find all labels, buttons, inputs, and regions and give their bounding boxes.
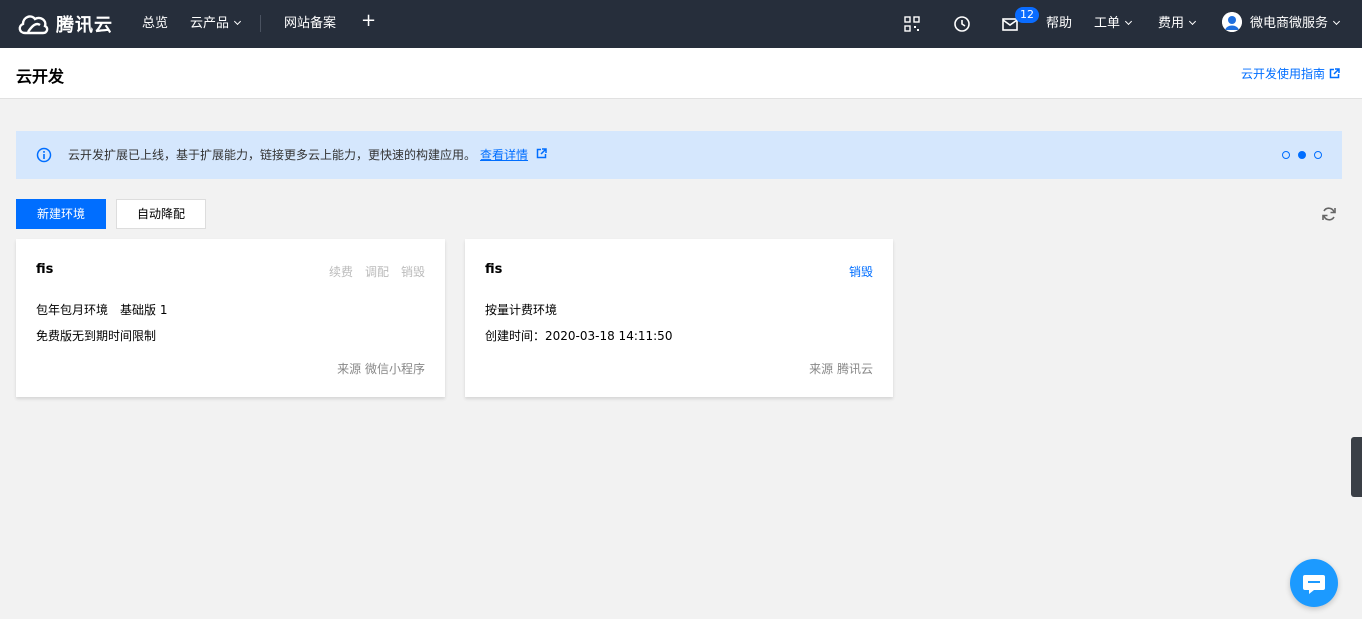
renew-action[interactable]: 续费	[329, 263, 353, 280]
mail-count-badge: 12	[1015, 7, 1039, 23]
avatar[interactable]	[1222, 12, 1242, 32]
environment-card: fis 续费 调配 销毁 包年包月环境 基础版 1 免费版无到期时间限制 来源 …	[16, 239, 445, 397]
auto-downgrade-button[interactable]: 自动降配	[116, 199, 206, 229]
announcement-banner: 云开发扩展已上线，基于扩展能力，链接更多云上能力，更快速的构建应用。 查看详情	[16, 131, 1342, 179]
chevron-down-icon	[1124, 17, 1133, 26]
card-actions: 续费 调配 销毁	[329, 263, 425, 280]
adjust-action[interactable]: 调配	[365, 263, 389, 280]
create-environment-button[interactable]: 新建环境	[16, 199, 106, 229]
billing-type: 按量计费环境	[485, 303, 558, 317]
info-icon	[36, 147, 52, 163]
nav-ticket[interactable]: 工单	[1094, 15, 1133, 33]
qrcode-icon[interactable]	[902, 14, 922, 34]
nav-products[interactable]: 云产品	[190, 15, 242, 33]
nav-ticket-label: 工单	[1094, 16, 1121, 31]
nav-billing[interactable]: 费用	[1158, 15, 1197, 33]
nav-billing-label: 费用	[1158, 16, 1185, 31]
add-shortcut-icon[interactable]: +	[361, 12, 376, 30]
guide-link[interactable]: 云开发使用指南	[1241, 65, 1340, 82]
clock-icon[interactable]	[952, 14, 972, 34]
creation-time: 创建时间：2020-03-18 14:11:50	[485, 329, 673, 343]
redaction-mask	[60, 259, 130, 277]
announcement-message: 云开发扩展已上线，基于扩展能力，链接更多云上能力，更快速的构建应用。	[68, 148, 477, 162]
cloud-logo-icon	[18, 15, 49, 35]
page-header: 云开发 云开发使用指南	[0, 48, 1362, 99]
carousel-dot-active[interactable]	[1298, 151, 1306, 159]
refresh-icon[interactable]	[1320, 205, 1338, 223]
carousel-dot[interactable]	[1282, 151, 1290, 159]
announcement-details-link[interactable]: 查看详情	[480, 148, 528, 162]
card-actions: 销毁	[849, 263, 873, 280]
nav-help[interactable]: 帮助	[1046, 15, 1072, 33]
chevron-down-icon	[1188, 17, 1197, 26]
side-panel-handle[interactable]	[1351, 437, 1362, 497]
announcement-text: 云开发扩展已上线，基于扩展能力，链接更多云上能力，更快速的构建应用。 查看详情	[68, 147, 547, 163]
external-link-icon	[536, 148, 547, 159]
guide-link-label: 云开发使用指南	[1240, 67, 1325, 81]
chevron-down-icon	[1332, 17, 1341, 26]
brand-logo[interactable]: 腾讯云	[16, 10, 113, 38]
brand-name: 腾讯云	[56, 15, 113, 36]
page-title: 云开发	[16, 67, 65, 86]
environment-name[interactable]: fis	[36, 262, 53, 277]
source-label: 来源 微信小程序	[337, 362, 425, 376]
expiry-info: 免费版无到期时间限制	[36, 329, 157, 343]
user-icon	[1222, 12, 1242, 32]
source-label: 来源 腾讯云	[809, 362, 873, 376]
top-navbar: 腾讯云 总览 云产品 网站备案 + 12 帮助 工单 费用 微电商微服务	[0, 0, 1362, 48]
destroy-action[interactable]: 销毁	[849, 263, 873, 280]
destroy-action[interactable]: 销毁	[401, 263, 425, 280]
nav-account-label: 微电商微服务	[1250, 16, 1329, 31]
nav-account[interactable]: 微电商微服务	[1250, 15, 1341, 33]
chat-icon	[1303, 575, 1325, 594]
nav-products-label: 云产品	[190, 16, 230, 31]
nav-divider	[260, 15, 261, 32]
carousel-dot[interactable]	[1314, 151, 1322, 159]
environment-card: fis 销毁 按量计费环境 创建时间：2020-03-18 14:11:50 来…	[465, 239, 893, 397]
external-link-icon	[1329, 68, 1340, 79]
chat-button[interactable]	[1290, 559, 1338, 607]
nav-overview[interactable]: 总览	[142, 15, 168, 33]
chevron-down-icon	[233, 17, 242, 26]
nav-icp[interactable]: 网站备案	[284, 15, 336, 33]
billing-type: 包年包月环境 基础版 1	[36, 303, 168, 317]
environment-name[interactable]: fis	[485, 262, 502, 277]
